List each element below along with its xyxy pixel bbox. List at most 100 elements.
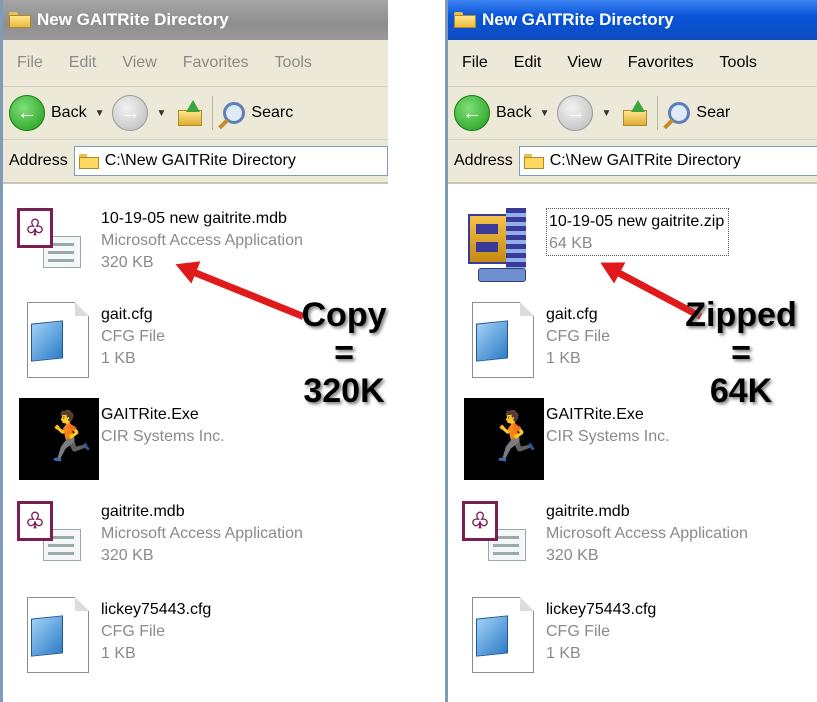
file-name: lickey75443.cfg [546,601,657,618]
menu-file[interactable]: File [17,54,43,72]
address-input[interactable]: C:\New GAITRite Directory [518,146,817,176]
cfg-icon [462,298,542,380]
access-icon: ♧ [17,202,97,284]
file-name: 10-19-05 new gaitrite.zip [549,213,725,230]
file-size: 320 KB [101,547,154,564]
menu-view[interactable]: View [122,54,156,72]
annotation-line: = [731,334,751,372]
file-name: gaitrite.mdb [101,503,185,520]
search-button-label[interactable]: Searc [251,104,293,122]
forward-arrow-icon[interactable]: → [557,95,594,131]
back-button-label[interactable]: Back [496,104,532,122]
window-title: New GAITRite Directory [37,10,229,29]
menu-bar: File Edit View Favorites Tools [3,40,388,87]
file-type: CIR Systems Inc. [546,428,670,445]
back-arrow-icon[interactable]: ← [454,95,490,131]
folder-up-icon[interactable] [623,100,648,126]
file-name: lickey75443.cfg [101,601,212,618]
file-item[interactable]: ♧ gaitrite.mdb Microsoft Access Applicat… [17,495,303,577]
back-dropdown-icon[interactable]: ▼ [540,108,550,119]
forward-dropdown-icon[interactable]: ▼ [601,108,611,119]
file-item[interactable]: 🏃 GAITRite.Exe CIR Systems Inc. [17,398,225,480]
annotation-copy: Copy = 320K [298,296,390,410]
file-list: 10-19-05 new gaitrite.zip 64 KB gait.cfg… [448,190,817,702]
address-value[interactable]: C:\New GAITRite Directory [105,152,296,170]
file-name: GAITRite.Exe [101,406,199,423]
menu-file[interactable]: File [462,54,488,72]
address-label: Address [9,152,68,169]
cfg-icon [17,593,97,675]
file-item[interactable]: ♧ 10-19-05 new gaitrite.mdb Microsoft Ac… [17,202,303,284]
file-type: CIR Systems Inc. [101,428,225,445]
back-dropdown-icon[interactable]: ▼ [95,108,105,119]
menu-tools[interactable]: Tools [720,54,757,72]
toolbar-separator [212,96,214,130]
file-name: gaitrite.mdb [546,503,630,520]
file-type: Microsoft Access Application [101,525,303,542]
menu-edit[interactable]: Edit [514,54,542,72]
back-arrow-icon[interactable]: ← [9,95,45,131]
forward-arrow-icon[interactable]: → [112,95,149,131]
window-title: New GAITRite Directory [482,10,674,29]
file-size: 320 KB [546,547,599,564]
file-type: Microsoft Access Application [101,232,303,249]
exe-icon: 🏃 [17,398,99,480]
file-size: 1 KB [546,350,581,367]
folder-up-icon[interactable] [178,100,203,126]
selection-outline: 10-19-05 new gaitrite.zip 64 KB [546,208,730,256]
annotation-line: Zipped [685,296,797,334]
file-item[interactable]: ♧ gaitrite.mdb Microsoft Access Applicat… [462,495,748,577]
file-size: 1 KB [101,645,136,662]
annotation-line: 320K [303,372,385,410]
file-item[interactable]: lickey75443.cfg CFG File 1 KB [17,593,211,675]
file-size: 320 KB [101,254,154,271]
search-icon[interactable] [668,102,691,124]
address-input[interactable]: C:\New GAITRite Directory [73,146,388,176]
address-value[interactable]: C:\New GAITRite Directory [550,152,741,170]
folder-icon [523,153,544,169]
search-button-label[interactable]: Sear [696,104,730,122]
menu-favorites[interactable]: Favorites [628,54,694,72]
file-type: CFG File [101,328,165,345]
toolbar-separator [657,96,659,130]
back-button-label[interactable]: Back [51,104,87,122]
file-item[interactable]: gait.cfg CFG File 1 KB [462,298,610,380]
title-bar[interactable]: New GAITRite Directory [448,0,817,40]
folder-icon [9,12,31,28]
menu-edit[interactable]: Edit [69,54,97,72]
file-size: 1 KB [546,645,581,662]
folder-icon [78,153,99,169]
file-size: 1 KB [101,350,136,367]
cfg-icon [17,298,97,380]
file-size: 64 KB [549,235,593,252]
zip-icon [462,202,542,284]
file-type: CFG File [546,328,610,345]
file-item[interactable]: lickey75443.cfg CFG File 1 KB [462,593,656,675]
file-name: 10-19-05 new gaitrite.mdb [101,210,287,227]
menu-bar: File Edit View Favorites Tools [448,40,817,87]
forward-dropdown-icon[interactable]: ▼ [156,108,166,119]
file-name: gait.cfg [101,306,153,323]
search-icon[interactable] [223,102,246,124]
file-name: gait.cfg [546,306,598,323]
file-type: CFG File [101,623,165,640]
menu-tools[interactable]: Tools [275,54,312,72]
file-item[interactable]: gait.cfg CFG File 1 KB [17,298,165,380]
exe-icon: 🏃 [462,398,544,480]
annotation-line: Copy [301,296,387,334]
annotation-line: 64K [709,372,773,410]
address-bar: Address C:\New GAITRite Directory [3,140,388,184]
access-icon: ♧ [17,495,97,577]
cfg-icon [462,593,542,675]
file-item[interactable]: 🏃 GAITRite.Exe CIR Systems Inc. [462,398,670,480]
menu-favorites[interactable]: Favorites [183,54,249,72]
title-bar[interactable]: New GAITRite Directory [3,0,388,40]
toolbar: ← Back ▼ → ▼ Searc [3,87,388,140]
file-type: CFG File [546,623,610,640]
menu-view[interactable]: View [567,54,601,72]
annotation-zipped: Zipped = 64K [676,296,806,410]
annotation-line: = [334,334,354,372]
access-icon: ♧ [462,495,542,577]
file-type: Microsoft Access Application [546,525,748,542]
address-bar: Address C:\New GAITRite Directory [448,140,817,184]
